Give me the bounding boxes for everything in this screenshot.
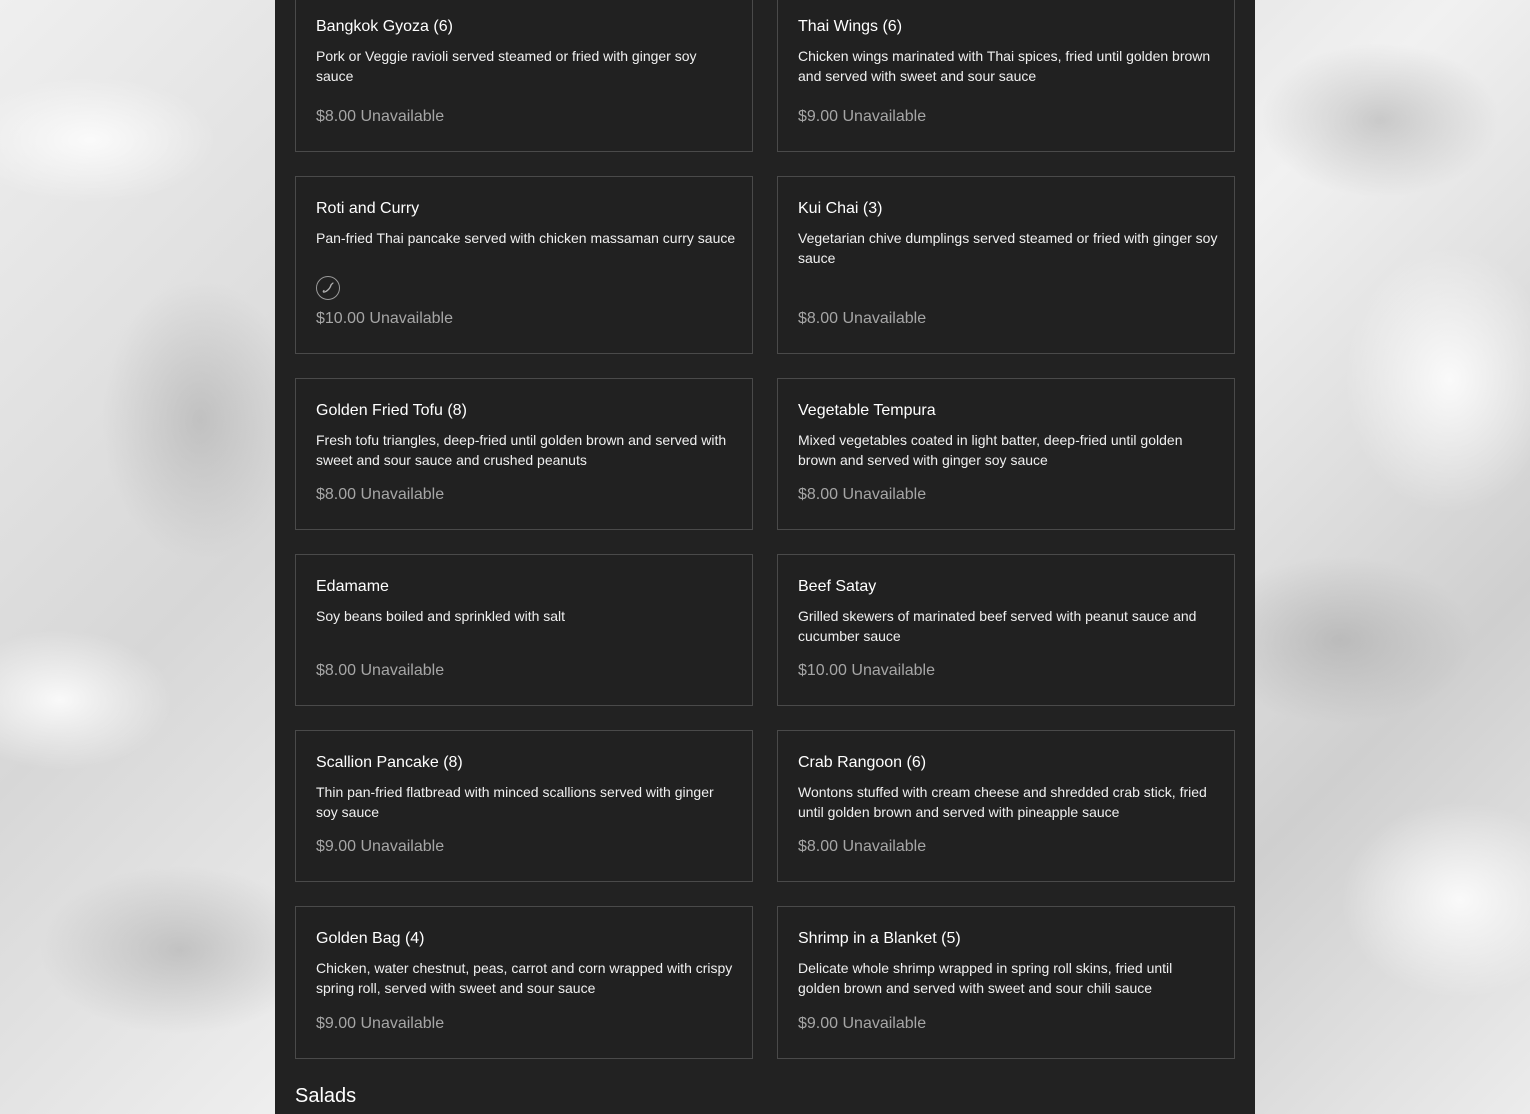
price-row: $10.00 Unavailable <box>316 309 453 329</box>
item-price: $8.00 <box>798 486 839 503</box>
item-description: Fresh tofu triangles, deep-fried until g… <box>316 432 727 468</box>
item-price: $8.00 <box>798 310 839 327</box>
item-name: Vegetable Tempura <box>798 402 936 419</box>
menu-item-card[interactable]: Crab Rangoon (6) Wontons stuffed with cr… <box>777 730 1235 882</box>
item-price: $8.00 <box>316 108 357 125</box>
price-row: $8.00 Unavailable <box>316 485 444 505</box>
menu-item-card[interactable]: Golden Bag (4) Chicken, water chestnut, … <box>295 906 753 1059</box>
menu-item-card[interactable]: Roti and Curry Pan-fried Thai pancake se… <box>295 176 753 354</box>
item-name: Kui Chai (3) <box>798 200 883 217</box>
item-name: Thai Wings (6) <box>798 18 903 35</box>
item-name: Bangkok Gyoza (6) <box>316 18 453 35</box>
availability-status: Unavailable <box>360 662 445 679</box>
menu-item-card[interactable]: Scallion Pancake (8) Thin pan-fried flat… <box>295 730 753 882</box>
item-name: Scallion Pancake (8) <box>316 754 463 771</box>
menu-item-card[interactable]: Bangkok Gyoza (6) Pork or Veggie ravioli… <box>295 0 753 152</box>
availability-status: Unavailable <box>842 838 927 855</box>
availability-status: Unavailable <box>842 1015 927 1032</box>
item-name: Edamame <box>316 578 389 595</box>
price-row: $9.00 Unavailable <box>798 1014 926 1034</box>
item-description: Pork or Veggie ravioli served steamed or… <box>316 48 697 84</box>
item-description: Pan-fried Thai pancake served with chick… <box>316 230 736 246</box>
item-description: Wontons stuffed with cream cheese and sh… <box>798 784 1207 820</box>
item-price: $10.00 <box>316 310 365 327</box>
price-row: $9.00 Unavailable <box>798 107 926 127</box>
price-row: $10.00 Unavailable <box>798 661 935 681</box>
availability-status: Unavailable <box>842 108 927 125</box>
item-description: Soy beans boiled and sprinkled with salt <box>316 608 566 624</box>
item-name: Shrimp in a Blanket (5) <box>798 930 961 947</box>
availability-status: Unavailable <box>851 662 935 679</box>
menu-panel: Bangkok Gyoza (6) Pork or Veggie ravioli… <box>275 0 1255 1114</box>
item-name: Roti and Curry <box>316 200 420 217</box>
price-row: $8.00 Unavailable <box>798 485 926 505</box>
item-name: Golden Fried Tofu (8) <box>316 402 467 419</box>
item-name: Golden Bag (4) <box>316 930 425 947</box>
chili-pepper-icon <box>316 276 340 300</box>
item-description: Mixed vegetables coated in light batter,… <box>798 432 1183 468</box>
menu-item-card[interactable]: Edamame Soy beans boiled and sprinkled w… <box>295 554 753 706</box>
item-price: $8.00 <box>316 486 357 503</box>
availability-status: Unavailable <box>369 310 453 327</box>
availability-status: Unavailable <box>842 310 927 327</box>
item-price: $9.00 <box>798 1015 839 1032</box>
menu-item-card[interactable]: Kui Chai (3) Vegetarian chive dumplings … <box>777 176 1235 354</box>
price-row: $8.00 Unavailable <box>798 309 926 329</box>
item-price: $8.00 <box>798 838 839 855</box>
item-price: $9.00 <box>798 108 839 125</box>
availability-status: Unavailable <box>360 486 445 503</box>
availability-status: Unavailable <box>360 838 445 855</box>
item-price: $8.00 <box>316 662 357 679</box>
price-row: $8.00 Unavailable <box>798 837 926 857</box>
section-heading-salads: Salads <box>295 1085 357 1107</box>
item-name: Beef Satay <box>798 578 877 595</box>
availability-status: Unavailable <box>360 1015 445 1032</box>
item-name: Crab Rangoon (6) <box>798 754 927 771</box>
item-price: $9.00 <box>316 1015 357 1032</box>
item-price: $10.00 <box>798 662 847 679</box>
price-row: $9.00 Unavailable <box>316 1014 444 1034</box>
item-description: Grilled skewers of marinated beef served… <box>798 608 1197 644</box>
menu-item-card[interactable]: Vegetable Tempura Mixed vegetables coate… <box>777 378 1235 530</box>
item-description: Chicken, water chestnut, peas, carrot an… <box>316 960 733 996</box>
menu-item-card[interactable]: Thai Wings (6) Chicken wings marinated w… <box>777 0 1235 152</box>
item-price: $9.00 <box>316 838 357 855</box>
item-description: Chicken wings marinated with Thai spices… <box>798 48 1211 84</box>
item-description: Vegetarian chive dumplings served steame… <box>798 230 1218 266</box>
price-row: $8.00 Unavailable <box>316 107 444 127</box>
price-row: $9.00 Unavailable <box>316 837 444 857</box>
availability-status: Unavailable <box>842 486 927 503</box>
menu-item-card[interactable]: Golden Fried Tofu (8) Fresh tofu triangl… <box>295 378 753 530</box>
availability-status: Unavailable <box>360 108 445 125</box>
item-description: Delicate whole shrimp wrapped in spring … <box>798 960 1173 996</box>
menu-item-card[interactable]: Beef Satay Grilled skewers of marinated … <box>777 554 1235 706</box>
price-row: $8.00 Unavailable <box>316 661 444 681</box>
item-description: Thin pan-fried flatbread with minced sca… <box>316 784 714 820</box>
menu-item-card[interactable]: Shrimp in a Blanket (5) Delicate whole s… <box>777 906 1235 1059</box>
